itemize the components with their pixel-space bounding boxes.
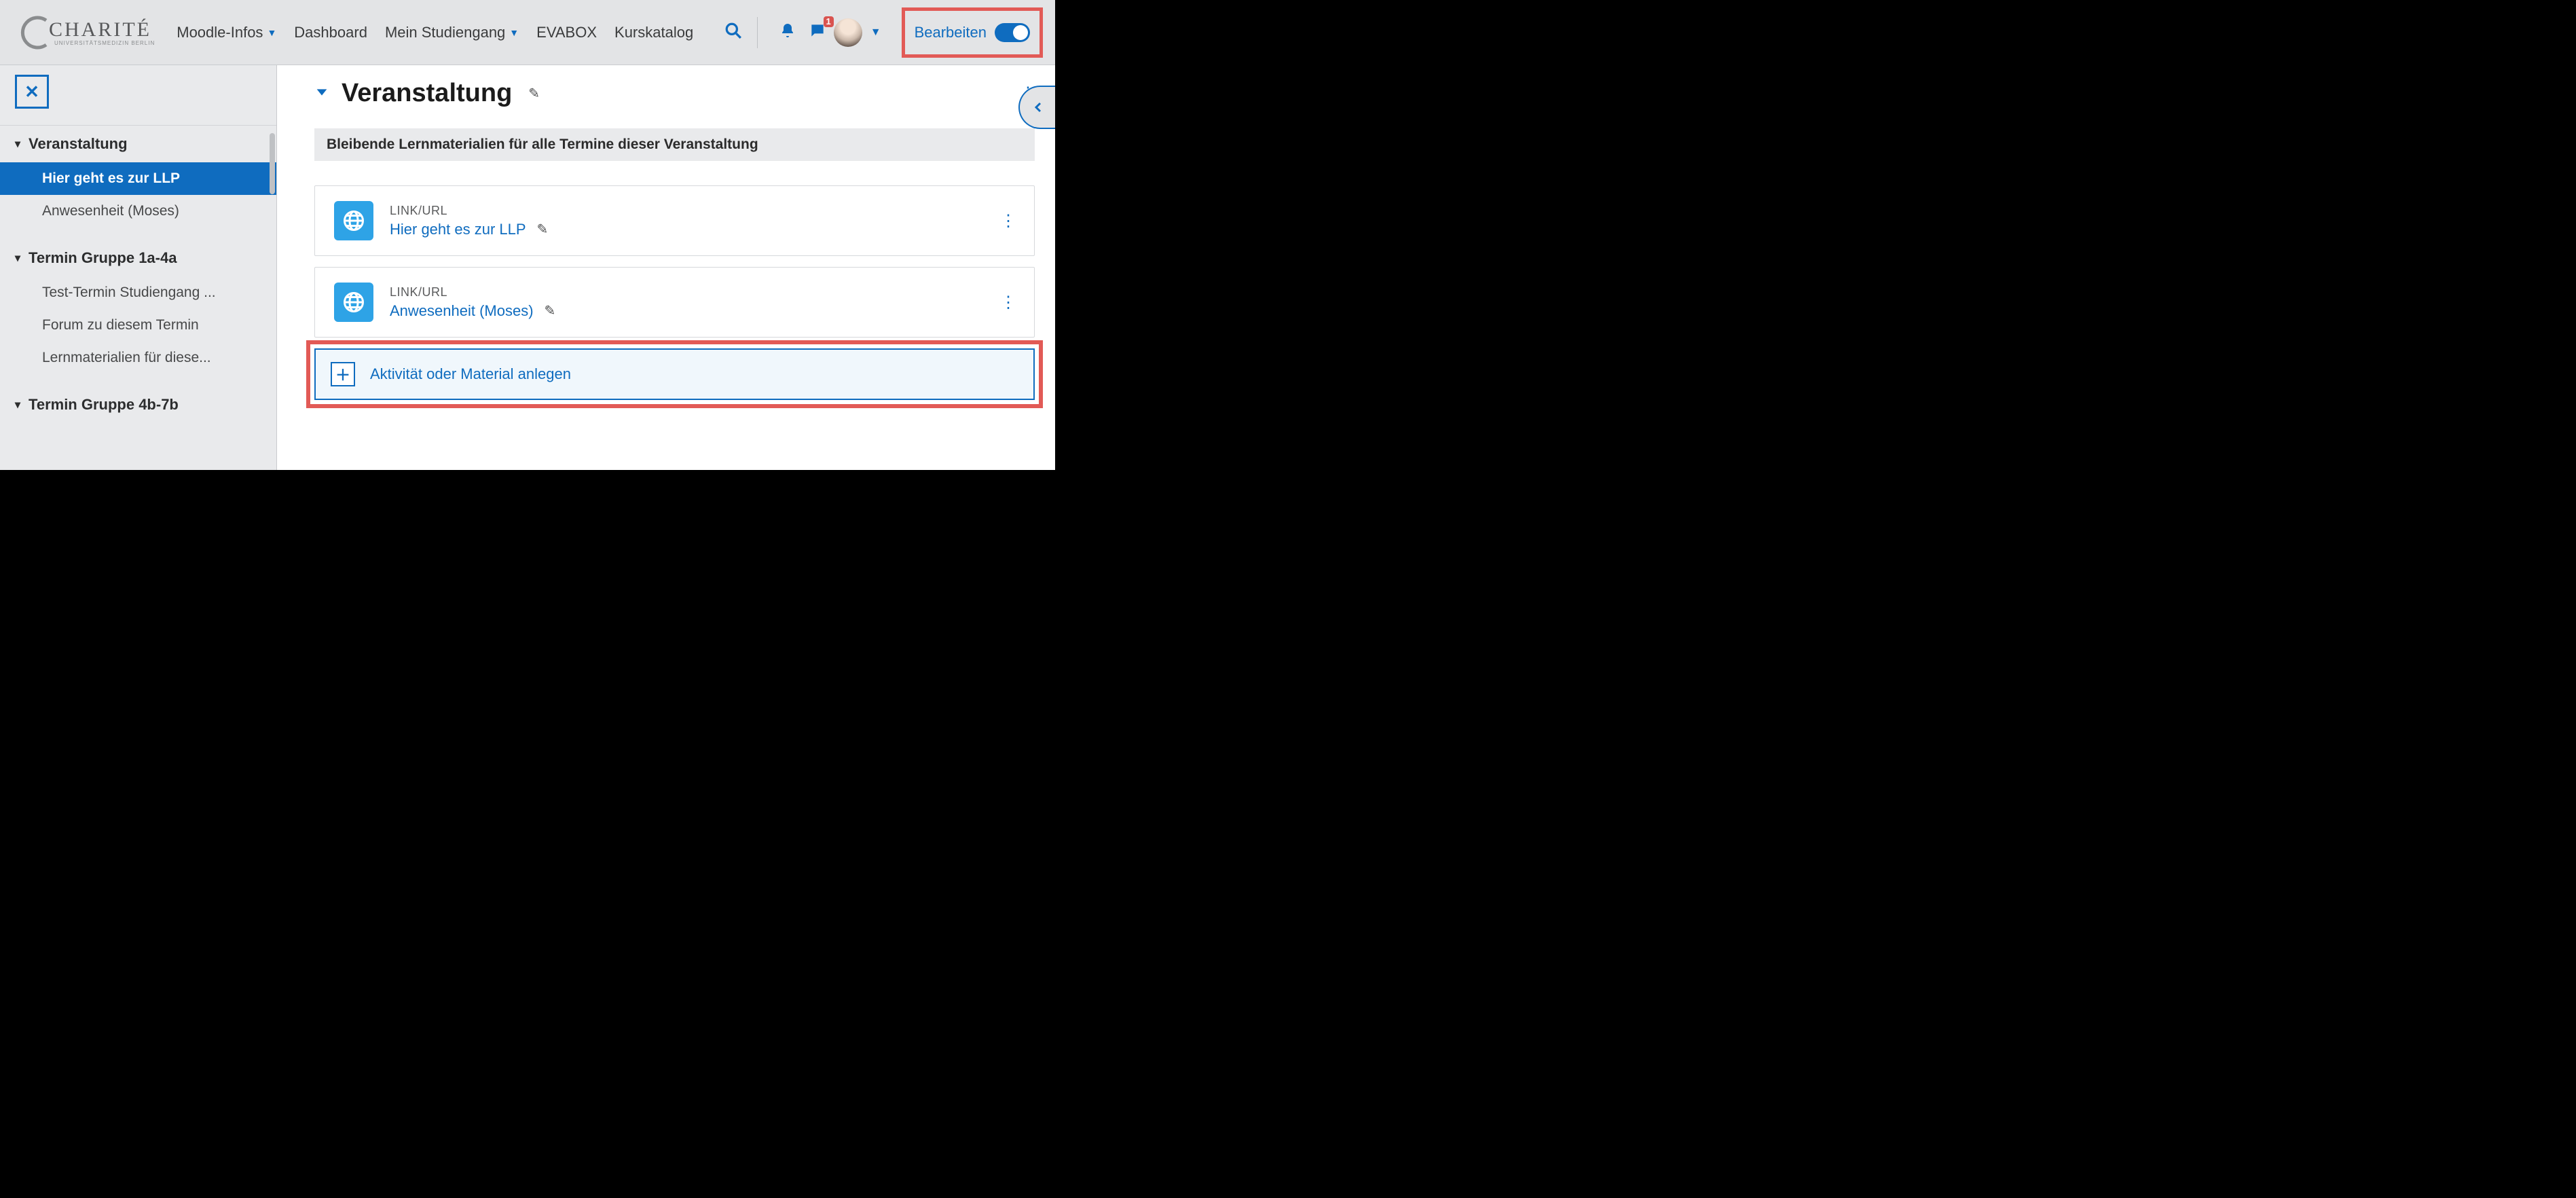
edit-activity-title-icon[interactable]: ✎ <box>545 302 556 319</box>
edit-mode-toggle[interactable]: Bearbeiten <box>902 7 1043 58</box>
section-title: Veranstaltung <box>342 79 512 108</box>
chevron-down-icon: ▾ <box>15 398 20 412</box>
nav-kurskatalog[interactable]: Kurskatalog <box>614 24 693 41</box>
caret-down-icon: ▼ <box>509 27 519 38</box>
url-activity-icon <box>334 283 373 322</box>
edit-section-title-icon[interactable]: ✎ <box>528 85 540 102</box>
chevron-down-icon: ▾ <box>15 251 20 265</box>
sidebar-item-lernmaterialien[interactable]: Lernmaterialien für diese... <box>0 342 276 374</box>
notifications-icon[interactable] <box>779 22 796 43</box>
open-right-drawer-button[interactable] <box>1018 86 1055 129</box>
chevron-down-icon: ▾ <box>15 137 20 151</box>
nav-evabox[interactable]: EVABOX <box>536 24 597 41</box>
activity-card-llp: LINK/URL Hier geht es zur LLP ✎ ⋮ <box>314 185 1035 256</box>
top-navbar: CHARITÉ UNIVERSITÄTSMEDIZIN BERLIN Moodl… <box>0 0 1055 65</box>
message-count-badge: 1 <box>824 16 834 27</box>
edit-mode-label: Bearbeiten <box>915 24 987 41</box>
plus-icon: ＋ <box>331 362 355 386</box>
add-activity-label: Aktivität oder Material anlegen <box>370 365 571 383</box>
sidebar-section-termin-1a4a[interactable]: ▾ Termin Gruppe 1a-4a <box>0 240 276 276</box>
sidebar-item-test-termin[interactable]: Test-Termin Studiengang ... <box>0 276 276 309</box>
logo-text: CHARITÉ <box>49 18 155 41</box>
main-content: Veranstaltung ✎ ⋮ Bleibende Lernmaterial… <box>277 65 1055 470</box>
close-sidebar-button[interactable]: ✕ <box>15 75 49 109</box>
sidebar-item-anwesenheit[interactable]: Anwesenheit (Moses) <box>0 195 276 228</box>
logo-subtext: UNIVERSITÄTSMEDIZIN BERLIN <box>54 40 155 46</box>
sidebar-section-title: Termin Gruppe 4b-7b <box>29 396 179 414</box>
site-logo[interactable]: CHARITÉ UNIVERSITÄTSMEDIZIN BERLIN <box>19 12 155 53</box>
sidebar-item-llp[interactable]: Hier geht es zur LLP <box>0 162 276 195</box>
activity-link-llp[interactable]: Hier geht es zur LLP <box>390 221 526 238</box>
nav-mein-studiengang[interactable]: Mein Studiengang ▼ <box>385 24 519 41</box>
nav-link-label: EVABOX <box>536 24 597 41</box>
activity-link-anwesenheit[interactable]: Anwesenheit (Moses) <box>390 302 534 320</box>
nav-dashboard[interactable]: Dashboard <box>294 24 367 41</box>
caret-down-icon: ▼ <box>267 27 276 38</box>
activity-actions-menu-icon[interactable]: ⋮ <box>1000 211 1015 231</box>
section-description: Bleibende Lernmaterialien für alle Termi… <box>314 128 1035 161</box>
primary-nav: Moodle-Infos ▼ Dashboard Mein Studiengan… <box>177 24 693 41</box>
activity-type-label: LINK/URL <box>390 204 548 218</box>
nav-link-label: Kurskatalog <box>614 24 693 41</box>
user-avatar[interactable] <box>834 18 862 47</box>
sidebar-item-forum[interactable]: Forum zu diesem Termin <box>0 309 276 342</box>
sidebar-section-title: Termin Gruppe 1a-4a <box>29 249 177 267</box>
sidebar-section-veranstaltung[interactable]: ▾ Veranstaltung <box>0 126 276 162</box>
toggle-switch-on[interactable] <box>995 23 1030 42</box>
nav-link-label: Mein Studiengang <box>385 24 505 41</box>
scrollbar-thumb[interactable] <box>270 133 275 194</box>
nav-link-label: Moodle-Infos <box>177 24 263 41</box>
collapse-section-icon[interactable] <box>314 84 329 103</box>
user-menu-caret-icon[interactable]: ▼ <box>870 26 881 39</box>
search-icon[interactable] <box>724 22 742 43</box>
nav-moodle-infos[interactable]: Moodle-Infos ▼ <box>177 24 276 41</box>
messages-icon[interactable]: 1 <box>808 22 827 43</box>
nav-link-label: Dashboard <box>294 24 367 41</box>
sidebar-section-title: Veranstaltung <box>29 135 127 153</box>
url-activity-icon <box>334 201 373 240</box>
sidebar-section-termin-4b7b[interactable]: ▾ Termin Gruppe 4b-7b <box>0 386 276 423</box>
nav-divider <box>757 17 758 48</box>
section-header: Veranstaltung ✎ ⋮ <box>314 79 1035 108</box>
edit-activity-title-icon[interactable]: ✎ <box>537 221 549 238</box>
activity-type-label: LINK/URL <box>390 285 555 300</box>
activity-actions-menu-icon[interactable]: ⋮ <box>1000 293 1015 312</box>
course-index-sidebar: ✕ ▾ Veranstaltung Hier geht es zur LLP A… <box>0 65 277 470</box>
activity-card-anwesenheit: LINK/URL Anwesenheit (Moses) ✎ ⋮ <box>314 267 1035 338</box>
add-activity-button[interactable]: ＋ Aktivität oder Material anlegen <box>314 348 1035 400</box>
